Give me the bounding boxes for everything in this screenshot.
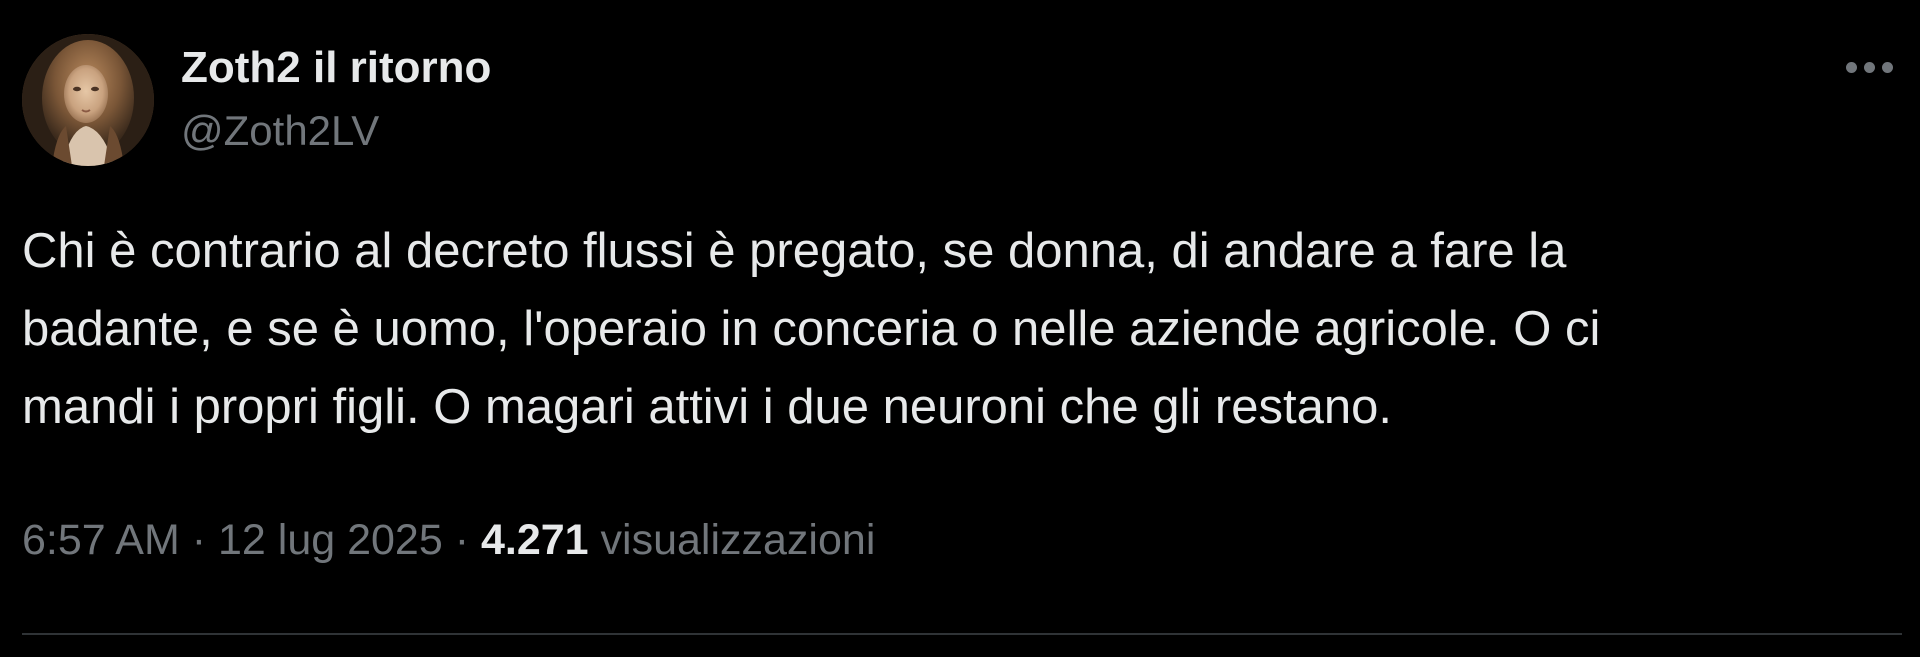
more-options-button[interactable]	[1840, 52, 1900, 82]
tweet-meta: 6:57 AM · 12 lug 2025 · 4.271 visualizza…	[22, 513, 875, 567]
views-count: 4.271	[480, 516, 589, 564]
avatar[interactable]	[22, 34, 154, 166]
tweet: Zoth2 il ritorno @Zoth2LV Chi è contrari…	[0, 0, 1920, 657]
meta-separator: ·	[442, 516, 481, 564]
divider	[22, 633, 1902, 635]
tweet-time[interactable]: 6:57 AM	[22, 516, 180, 564]
tweet-text: Chi è contrario al decreto flussi è preg…	[22, 224, 1601, 434]
meta-separator: ·	[179, 516, 218, 564]
portrait-avatar-icon	[22, 34, 154, 166]
more-horizontal-icon	[1846, 61, 1893, 73]
display-name[interactable]: Zoth2 il ritorno	[181, 42, 491, 94]
handle[interactable]: @Zoth2LV	[181, 106, 379, 156]
views-label: visualizzazioni	[600, 516, 876, 564]
tweet-date[interactable]: 12 lug 2025	[218, 516, 443, 564]
